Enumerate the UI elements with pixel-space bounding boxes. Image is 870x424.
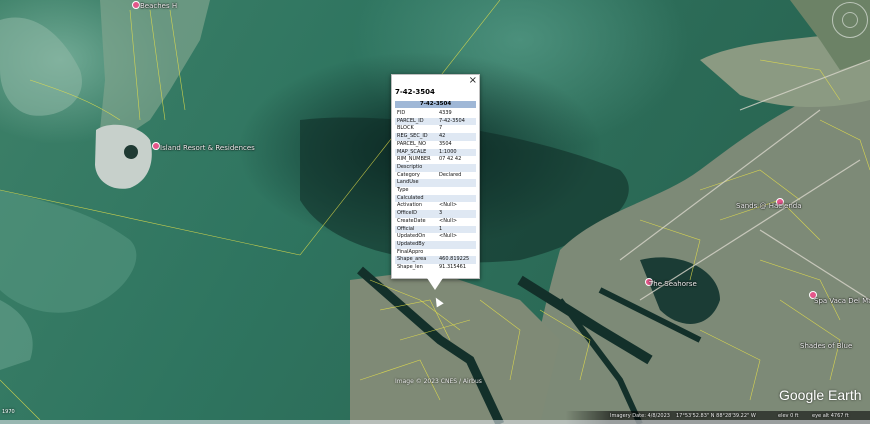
parcel-info-popup: × 7-42-3504 7-42-3504 FID 4339 PARCEL_ID 7-…: [391, 74, 480, 290]
attribute-row: Official 1: [395, 225, 476, 234]
attribute-value: [437, 179, 476, 188]
attribute-value: 3504: [439, 140, 452, 147]
attribute-row: Type: [395, 187, 476, 195]
attribute-row: UpdatedOn <Null>: [395, 233, 476, 241]
attribute-value: <Null>: [439, 217, 458, 224]
attribute-key: Category: [397, 171, 420, 178]
popup-title: 7-42-3504: [395, 88, 435, 96]
attribute-key: Official: [395, 225, 437, 234]
navigation-compass-control[interactable]: [832, 2, 868, 38]
attribute-value: 3: [437, 210, 476, 218]
attribute-row: Category Declared: [395, 172, 476, 180]
attribute-row: FID 4339: [395, 110, 476, 118]
imagery-copyright: Image © 2023 CNES / Airbus: [395, 378, 482, 385]
attribute-row: PARCEL_ID 7-42-3504: [395, 117, 476, 126]
attribute-key: CreateDate: [397, 217, 426, 224]
attribute-key: FinalAppro: [397, 248, 424, 255]
attribute-key: PARCEL_ID: [395, 117, 437, 126]
attribute-row: LandUse: [395, 179, 476, 188]
elevation-readout: elev 0 ft: [778, 413, 799, 419]
attribute-key: Activation: [397, 202, 423, 209]
attribute-value: 91.315461: [439, 264, 467, 271]
attribute-key: Descriptio: [395, 163, 437, 172]
attribute-value: [437, 187, 476, 195]
attribute-value: 1: [437, 225, 476, 234]
attribute-value: 4339: [439, 110, 452, 116]
attribute-key: FID: [397, 110, 406, 116]
pin-island-resort[interactable]: [152, 142, 160, 150]
attribute-value: 1:1000: [437, 148, 476, 157]
taskbar-edge: [0, 420, 870, 424]
attribute-value: [437, 194, 476, 203]
attribute-value: 42: [437, 133, 476, 141]
attribute-value: [437, 240, 476, 249]
attribute-row: BLOCK 7: [395, 125, 476, 133]
attribute-key: RIM_NUMBER: [397, 156, 431, 163]
attribute-row: REG_SEC_ID 42: [395, 133, 476, 141]
attribute-key: MAP_SCALE: [395, 148, 437, 157]
attribute-value: 460.819225: [437, 256, 476, 265]
attribute-value: [437, 249, 476, 257]
attribute-key: LandUse: [395, 179, 437, 188]
label-island-resort: Island Resort & Residences: [160, 144, 255, 152]
attribute-value: 07 42 42: [439, 156, 462, 163]
attribute-row: Descriptio: [395, 163, 476, 172]
attribute-value: Declared: [439, 171, 462, 178]
attribute-key: UpdatedBy: [395, 240, 437, 249]
attribute-key: Type: [397, 187, 409, 194]
label-shades-of-blue: Shades of Blue: [800, 342, 853, 350]
attribute-key: Shape_len: [397, 264, 423, 271]
attribute-row: Calculated: [395, 194, 476, 203]
pin-beaches[interactable]: [132, 1, 140, 9]
attribute-key: OfficeID: [395, 210, 437, 218]
attribute-value: [437, 163, 476, 172]
coordinates-readout: 17°53'52.83" N 88°28'39.22" W: [676, 413, 756, 419]
attribute-row: PARCEL_NO 3504: [395, 141, 476, 149]
attribute-row: FinalAppro: [395, 249, 476, 257]
satellite-map[interactable]: Beaches H Island Resort & Residences San…: [0, 0, 870, 424]
label-spa: Spa Vaca Del Ma: [814, 297, 870, 305]
attribute-row: UpdatedBy: [395, 240, 476, 249]
attribute-row: CreateDate <Null>: [395, 218, 476, 226]
attribute-row: MAP_SCALE 1:1000: [395, 148, 476, 157]
attribute-table: FID 4339 PARCEL_ID 7-42-3504 BLOCK 7 REG_SEC_I…: [395, 110, 476, 272]
attribute-row: RIM_NUMBER 07 42 42: [395, 156, 476, 164]
attribute-key: UpdatedOn: [397, 233, 426, 240]
imagery-date: Imagery Date: 4/8/2023: [610, 413, 670, 419]
attribute-value: 7: [439, 125, 443, 132]
attribute-row: OfficeID 3: [395, 210, 476, 218]
attribute-key: REG_SEC_ID: [395, 133, 437, 141]
attribute-key: PARCEL_NO: [397, 140, 426, 147]
close-icon[interactable]: ×: [469, 75, 477, 86]
label-beaches: Beaches H: [140, 2, 178, 10]
attribute-key: Shape_area: [395, 256, 437, 265]
scale-label: 1970: [2, 409, 15, 415]
attribute-value: <Null>: [439, 233, 458, 240]
google-earth-logo: Google Earth: [779, 387, 862, 403]
attribute-key: Calculated: [395, 194, 437, 203]
attribute-row: Shape_len 91.315461: [395, 264, 476, 272]
eye-altitude-readout: eye alt 4767 ft: [812, 413, 849, 419]
attribute-value: <Null>: [439, 202, 458, 209]
attribute-row: Activation <Null>: [395, 202, 476, 210]
label-seahorse: The Seahorse: [649, 280, 697, 288]
popup-table-header: 7-42-3504: [395, 101, 476, 108]
attribute-row: Shape_area 460.819225: [395, 256, 476, 265]
label-sands-hacienda: Sands @ Hacienda: [736, 202, 802, 210]
attribute-key: BLOCK: [397, 125, 414, 132]
attribute-value: 7-42-3504: [437, 117, 476, 126]
